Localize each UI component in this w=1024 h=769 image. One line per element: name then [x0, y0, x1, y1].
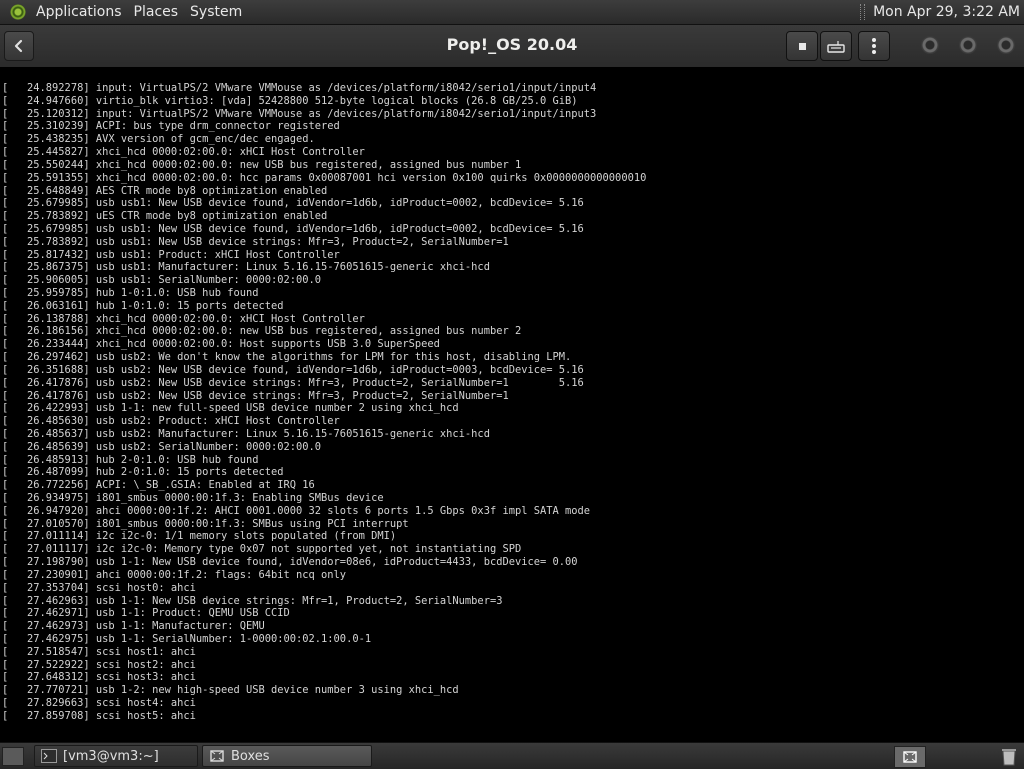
menu-button[interactable] — [858, 31, 890, 61]
console-line: [ 26.417876] usb usb2: New USB device st… — [2, 389, 509, 402]
workspace-switcher-icon — [903, 751, 917, 763]
keyboard-button[interactable] — [820, 31, 852, 61]
boxes-icon — [210, 750, 224, 762]
console-line: [ 25.438235] AVX version of gcm_enc/dec … — [2, 133, 315, 146]
console-line: [ 27.522922] scsi host2: ahci — [2, 658, 196, 671]
console-line: [ 26.417876] usb usb2: New USB device st… — [2, 376, 584, 389]
console-line: [ 27.010570] i801_smbus 0000:00:1f.3: SM… — [2, 517, 409, 530]
terminal-icon — [41, 749, 57, 763]
menu-places[interactable]: Places — [128, 4, 185, 20]
console-line: [ 26.485630] usb usb2: Product: xHCI Hos… — [2, 415, 340, 428]
close-button[interactable] — [997, 36, 1015, 54]
maximize-button[interactable] — [959, 36, 977, 54]
panel-right-area: Mon Apr 29, 3:22 AM — [860, 0, 1024, 24]
console-line: [ 25.783892] usb usb1: New USB device st… — [2, 235, 509, 248]
console-line: [ 25.310239] ACPI: bus type drm_connecto… — [2, 120, 340, 133]
show-desktop-icon[interactable] — [2, 747, 24, 766]
keyboard-icon — [827, 41, 845, 53]
stop-button[interactable] — [786, 31, 818, 61]
console-line: [ 27.518547] scsi host1: ahci — [2, 645, 196, 658]
console-line: [ 26.138788] xhci_hcd 0000:02:00.0: xHCI… — [2, 312, 365, 325]
console-line: [ 25.591355] xhci_hcd 0000:02:00.0: hcc … — [2, 171, 647, 184]
console-line: [ 27.462975] usb 1-1: SerialNumber: 1-00… — [2, 632, 372, 645]
console-line: [ 27.353704] scsi host0: ahci — [2, 581, 196, 594]
menu-applications[interactable]: Applications — [30, 4, 128, 20]
console-line: [ 26.422993] usb 1-1: new full-speed USB… — [2, 402, 459, 415]
workspace-switcher[interactable] — [894, 746, 926, 768]
console-line: [ 26.772256] ACPI: \_SB_.GSIA: Enabled a… — [2, 479, 315, 492]
menu-system[interactable]: System — [184, 4, 248, 20]
clock[interactable]: Mon Apr 29, 3:22 AM — [873, 4, 1024, 20]
console-line: [ 25.679985] usb usb1: New USB device fo… — [2, 222, 584, 235]
console-line: [ 26.297462] usb usb2: We don't know the… — [2, 351, 572, 364]
console-line: [ 26.485637] usb usb2: Manufacturer: Lin… — [2, 427, 490, 440]
bottom-panel: [vm3@vm3:~] Boxes — [0, 742, 1024, 769]
console-line: [ 25.445827] xhci_hcd 0000:02:00.0: xHCI… — [2, 146, 365, 159]
boxes-header-bar: Pop!_OS 20.04 — [0, 25, 1024, 68]
console-line: [ 25.648849] AES CTR mode by8 optimizati… — [2, 184, 328, 197]
console-line: [ 27.198790] usb 1-1: New USB device fou… — [2, 556, 578, 569]
console-line: [ 26.947920] ahci 0000:00:1f.2: AHCI 000… — [2, 504, 591, 517]
back-button[interactable] — [4, 31, 34, 61]
console-line: [ 25.120312] input: VirtualPS/2 VMware V… — [2, 107, 597, 120]
console-line: [ 27.829663] scsi host4: ahci — [2, 697, 196, 709]
taskbar-terminal[interactable]: [vm3@vm3:~] — [34, 745, 198, 767]
stop-icon — [798, 42, 806, 50]
vertical-dots-menu-icon — [872, 38, 876, 54]
console-line: [ 24.947660] virtio_blk virtio3: [vda] 5… — [2, 94, 578, 107]
top-panel: Applications Places System Mon Apr 29, 3… — [0, 0, 1024, 25]
console-line: [ 27.859708] scsi host5: ahci — [2, 709, 196, 722]
taskbar-boxes-label: Boxes — [231, 748, 270, 764]
console-line: [ 25.817432] usb usb1: Product: xHCI Hos… — [2, 248, 340, 261]
back-arrow-icon — [14, 39, 23, 53]
minimize-button[interactable] — [921, 36, 939, 54]
console-line: [ 27.648312] scsi host3: ahci — [2, 671, 196, 684]
taskbar-boxes[interactable]: Boxes — [202, 745, 372, 767]
console-line: [ 25.959785] hub 1-0:1.0: USB hub found — [2, 287, 259, 299]
console-line: [ 27.770721] usb 1-2: new high-speed USB… — [2, 684, 459, 697]
trash-icon[interactable] — [998, 746, 1020, 766]
kernel-log: [ 24.892278] input: VirtualPS/2 VMware V… — [2, 82, 646, 723]
console-line: [ 26.186156] xhci_hcd 0000:02:00.0: new … — [2, 325, 522, 338]
console-line: [ 27.230901] ahci 0000:00:1f.2: flags: 6… — [2, 568, 347, 581]
console-line: [ 25.679985] usb usb1: New USB device fo… — [2, 197, 584, 210]
gnome-foot-icon[interactable] — [10, 4, 26, 20]
console-line: [ 26.934975] i801_smbus 0000:00:1f.3: En… — [2, 492, 384, 504]
console-line: [ 25.906005] usb usb1: SerialNumber: 000… — [2, 274, 322, 287]
console-line: [ 26.063161] hub 1-0:1.0: 15 ports detec… — [2, 299, 284, 312]
console-line: [ 27.011114] i2c i2c-0: 1/1 memory slots… — [2, 530, 397, 543]
taskbar-terminal-label: [vm3@vm3:~] — [63, 748, 159, 764]
console-line: [ 26.487099] hub 2-0:1.0: 15 ports detec… — [2, 466, 284, 479]
console-line: [ 27.462963] usb 1-1: New USB device str… — [2, 594, 503, 607]
console-line: [ 25.550244] xhci_hcd 0000:02:00.0: new … — [2, 158, 522, 171]
console-line: [ 25.783892] uES CTR mode by8 optimizati… — [2, 210, 328, 223]
vm-console-display[interactable]: [ 24.892278] input: VirtualPS/2 VMware V… — [0, 68, 1024, 740]
console-line: [ 24.892278] input: VirtualPS/2 VMware V… — [2, 82, 597, 94]
console-line: [ 27.462973] usb 1-1: Manufacturer: QEMU — [2, 620, 265, 633]
console-line: [ 26.351688] usb usb2: New USB device fo… — [2, 363, 584, 376]
console-line: [ 26.485913] hub 2-0:1.0: USB hub found — [2, 453, 259, 466]
console-line: [ 25.867375] usb usb1: Manufacturer: Lin… — [2, 261, 490, 274]
panel-handle — [860, 4, 866, 20]
console-line: [ 27.462971] usb 1-1: Product: QEMU USB … — [2, 607, 290, 620]
console-line: [ 26.485639] usb usb2: SerialNumber: 000… — [2, 440, 322, 453]
console-line: [ 27.011117] i2c i2c-0: Memory type 0x07… — [2, 543, 522, 556]
console-line: [ 26.233444] xhci_hcd 0000:02:00.0: Host… — [2, 338, 440, 351]
